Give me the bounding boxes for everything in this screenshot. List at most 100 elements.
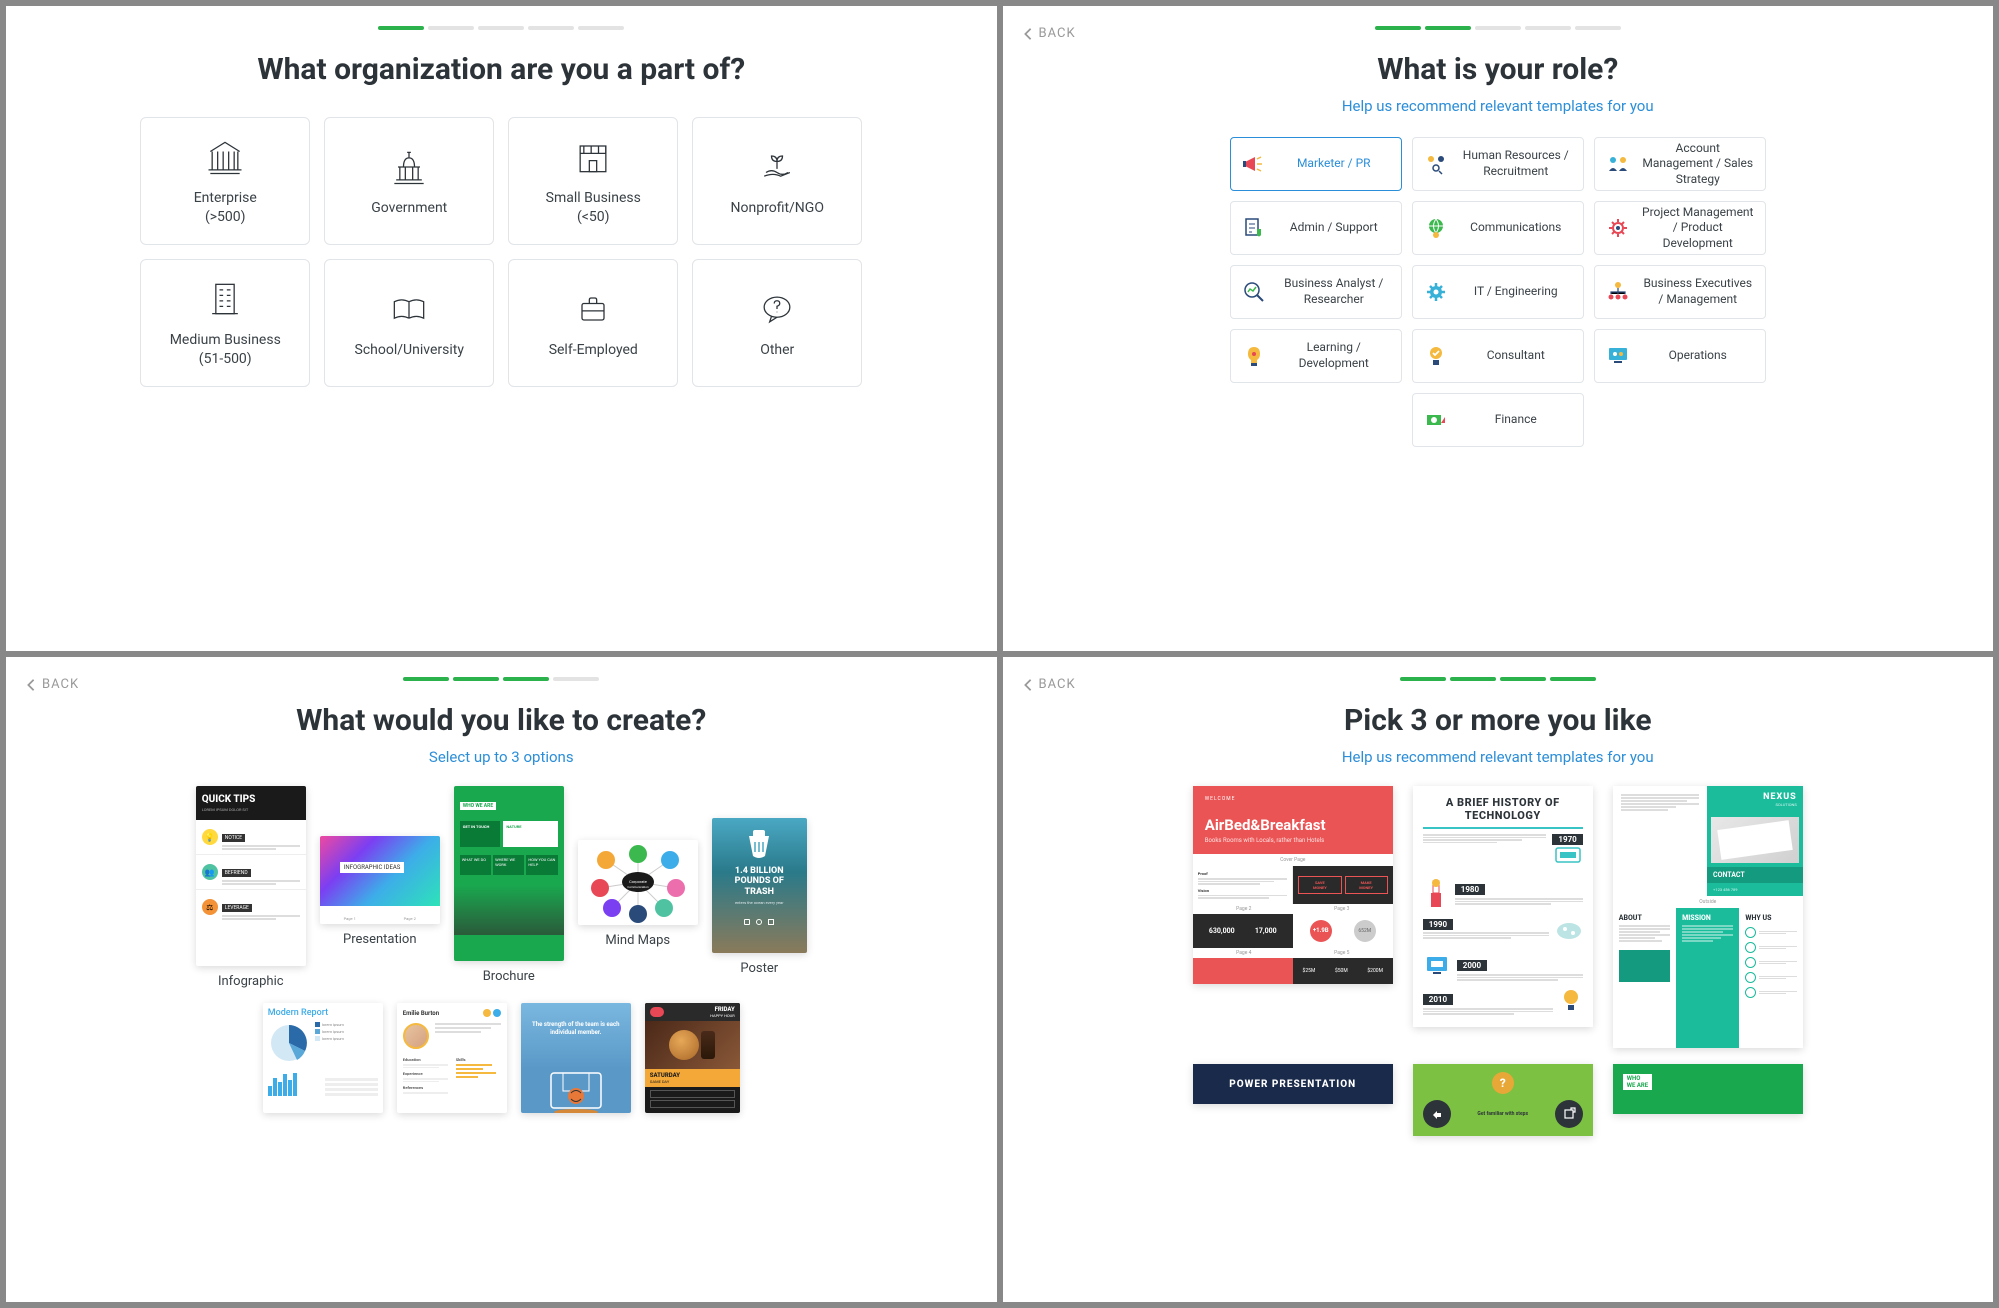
- card-other[interactable]: Other: [692, 259, 862, 387]
- progress-bar: [1003, 677, 1994, 681]
- role-label: Finance: [1459, 412, 1573, 428]
- template-label: Presentation: [343, 932, 417, 947]
- svg-text:Communication: Communication: [627, 885, 649, 889]
- back-label: BACK: [1039, 677, 1076, 692]
- panel-organization: What organization are you a part of? Ent…: [6, 6, 997, 651]
- template-label: Brochure: [483, 969, 535, 984]
- plant-hand-icon: [755, 145, 799, 189]
- panel-title: What organization are you a part of?: [6, 52, 997, 87]
- card-medium-business[interactable]: Medium Business (51-500): [140, 259, 310, 387]
- panel-create: BACK What would you like to create? Sele…: [6, 657, 997, 1302]
- open-book-icon: [387, 287, 431, 331]
- role-label: Marketer / PR: [1277, 156, 1391, 172]
- role-operations[interactable]: Operations: [1594, 329, 1766, 383]
- card-school[interactable]: School/University: [324, 259, 494, 387]
- card-label: Small Business (<50): [546, 189, 641, 227]
- progress-bar: [6, 26, 997, 30]
- government-dome-icon: [387, 145, 431, 189]
- template-mindmaps[interactable]: CorporateCommunication Mind Maps: [578, 786, 698, 948]
- role-learning[interactable]: Learning / Development: [1230, 329, 1402, 383]
- panel-subtitle: Help us recommend relevant templates for…: [1003, 97, 1994, 115]
- card-self-employed[interactable]: Self-Employed: [508, 259, 678, 387]
- template-report[interactable]: Modern Report lorem ipsumlorem ipsumlore…: [263, 1003, 383, 1113]
- pick-template-3[interactable]: NEXUSSOLUTIONSCONTACT+123 456 789 Outsid…: [1613, 786, 1803, 1048]
- briefcase-icon: [571, 287, 615, 331]
- chevron-left-icon: [26, 678, 36, 692]
- template-presentation[interactable]: INFOGRAPHIC IDEAS Page 1Page 2 Presentat…: [320, 786, 440, 947]
- role-project-mgmt[interactable]: Project Management / Product Development: [1594, 201, 1766, 255]
- pick-template-6[interactable]: WHOWE ARE: [1613, 1064, 1803, 1114]
- infographic-thumb: QUICK TIPSLOREM IPSUM DOLOR SIT 💡NOTICE …: [196, 786, 306, 966]
- role-account-mgmt[interactable]: Account Management / Sales Strategy: [1594, 137, 1766, 191]
- back-label: BACK: [1039, 26, 1076, 41]
- template-brochure[interactable]: WHO WE ARE GET IN TOUCHNATURE WHAT WE DO…: [454, 786, 564, 984]
- panel-pick: BACK Pick 3 or more you like Help us rec…: [1003, 657, 1994, 1302]
- role-marketer[interactable]: Marketer / PR: [1230, 137, 1402, 191]
- template-label: Infographic: [218, 974, 284, 989]
- role-label: Human Resources / Recruitment: [1459, 148, 1573, 179]
- building-columns-icon: [203, 135, 247, 179]
- back-label: BACK: [42, 677, 79, 692]
- org-chart-icon: [1605, 279, 1631, 305]
- panel-subtitle: Help us recommend relevant templates for…: [1003, 748, 1994, 766]
- back-button[interactable]: BACK: [1023, 677, 1076, 692]
- chevron-left-icon: [1023, 27, 1033, 41]
- card-label: Medium Business (51-500): [170, 331, 281, 369]
- document-shield-icon: [1241, 215, 1267, 241]
- template-poster[interactable]: 1.4 BILLION POUNDS OF TRASH enters the o…: [712, 786, 807, 976]
- role-consultant[interactable]: Consultant: [1412, 329, 1584, 383]
- mindmap-thumb: CorporateCommunication: [578, 840, 698, 925]
- role-label: Business Analyst / Researcher: [1277, 276, 1391, 307]
- chevron-left-icon: [1023, 678, 1033, 692]
- role-analyst[interactable]: Business Analyst / Researcher: [1230, 265, 1402, 319]
- role-label: Learning / Development: [1277, 340, 1391, 371]
- report-thumb: Modern Report lorem ipsumlorem ipsumlore…: [263, 1003, 383, 1113]
- panel-title: What would you like to create?: [6, 703, 997, 738]
- template-resume[interactable]: Emilie Burton EducationExperienceReferen…: [397, 1003, 507, 1113]
- role-finance[interactable]: Finance: [1412, 393, 1584, 447]
- pick-template-4[interactable]: POWER PRESENTATION: [1193, 1064, 1393, 1104]
- card-label: Enterprise (>500): [194, 189, 257, 227]
- magnifier-chart-icon: [1241, 279, 1267, 305]
- monitor-gears-icon: [1605, 343, 1631, 369]
- presentation-thumb: INFOGRAPHIC IDEAS Page 1Page 2: [320, 836, 440, 924]
- role-hr[interactable]: Human Resources / Recruitment: [1412, 137, 1584, 191]
- template-label: Poster: [740, 961, 778, 976]
- pick-template-2[interactable]: A BRIEF HISTORY OF TECHNOLOGY 1970 1980 …: [1413, 786, 1593, 1027]
- card-label: Other: [760, 341, 794, 360]
- resume-thumb: Emilie Burton EducationExperienceReferen…: [397, 1003, 507, 1113]
- question-bubble-icon: [755, 287, 799, 331]
- template-flyer[interactable]: FRIDAYHAPPY HOUR SATURDAYGAME DAY: [645, 1003, 740, 1113]
- office-building-icon: [203, 277, 247, 321]
- role-admin[interactable]: Admin / Support: [1230, 201, 1402, 255]
- brochure-thumb: WHO WE ARE GET IN TOUCHNATURE WHAT WE DO…: [454, 786, 564, 961]
- role-it[interactable]: IT / Engineering: [1412, 265, 1584, 319]
- pick-template-5[interactable]: ? Get familiar with steps: [1413, 1064, 1593, 1136]
- back-button[interactable]: BACK: [1023, 26, 1076, 41]
- role-label: Operations: [1641, 348, 1755, 364]
- panel-role: BACK What is your role? Help us recommen…: [1003, 6, 1994, 651]
- panel-title: What is your role?: [1003, 52, 1994, 87]
- card-nonprofit[interactable]: Nonprofit/NGO: [692, 117, 862, 245]
- megaphone-icon: [1241, 151, 1267, 177]
- card-enterprise[interactable]: Enterprise (>500): [140, 117, 310, 245]
- card-label: School/University: [355, 341, 464, 360]
- pick-template-1[interactable]: WELCOMEAirBed&BreakfastBooks Rooms with …: [1193, 786, 1393, 984]
- role-label: Admin / Support: [1277, 220, 1391, 236]
- role-communications[interactable]: Communications: [1412, 201, 1584, 255]
- money-chart-icon: [1423, 407, 1449, 433]
- card-small-business[interactable]: Small Business (<50): [508, 117, 678, 245]
- role-executives[interactable]: Business Executives / Management: [1594, 265, 1766, 319]
- template-infographic[interactable]: QUICK TIPSLOREM IPSUM DOLOR SIT 💡NOTICE …: [196, 786, 306, 989]
- card-label: Government: [371, 199, 447, 218]
- people-search-icon: [1423, 151, 1449, 177]
- cog-wrench-icon: [1423, 279, 1449, 305]
- storefront-icon: [571, 135, 615, 179]
- role-label: Project Management / Product Development: [1641, 205, 1755, 252]
- back-button[interactable]: BACK: [26, 677, 79, 692]
- flyer-thumb: FRIDAYHAPPY HOUR SATURDAYGAME DAY: [645, 1003, 740, 1113]
- gear-icon: [1605, 215, 1631, 241]
- card-government[interactable]: Government: [324, 117, 494, 245]
- template-label: Mind Maps: [605, 933, 670, 948]
- template-social[interactable]: The strength of the team is each individ…: [521, 1003, 631, 1113]
